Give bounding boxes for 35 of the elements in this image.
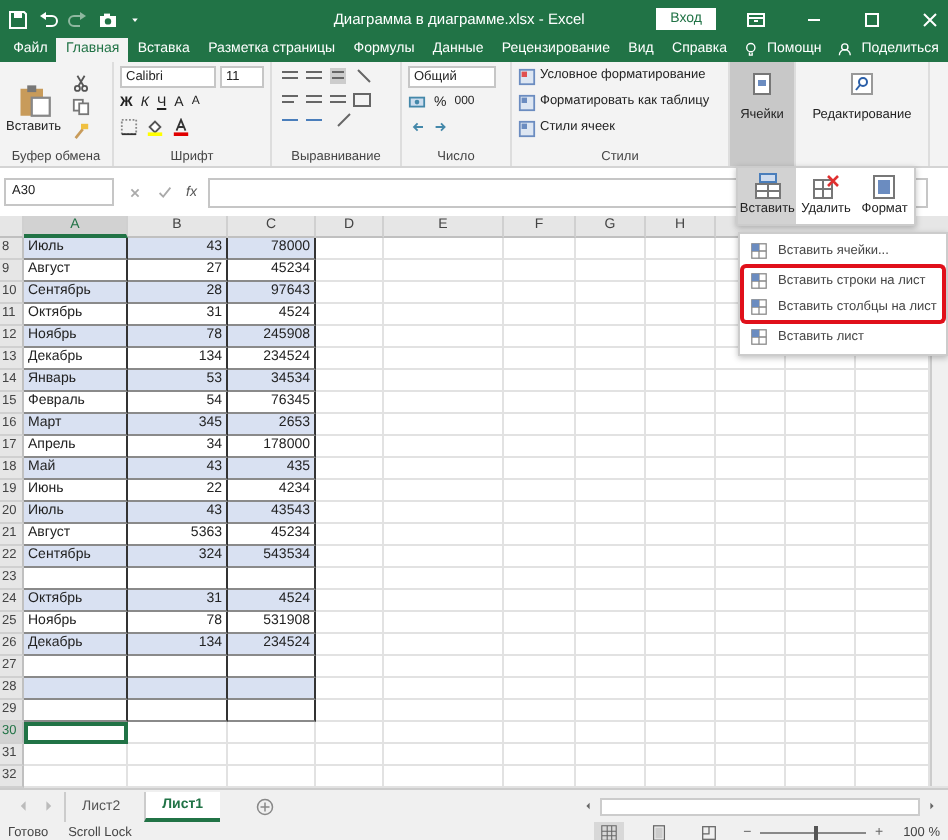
format-icon bbox=[870, 172, 899, 200]
cancel-icon[interactable] bbox=[126, 183, 144, 201]
check-icon[interactable] bbox=[156, 183, 174, 201]
redo-icon[interactable] bbox=[68, 9, 88, 29]
person-icon[interactable] bbox=[838, 40, 853, 58]
table-icon bbox=[750, 272, 768, 290]
table-icon bbox=[750, 242, 768, 260]
search-icon bbox=[850, 72, 874, 96]
undo-icon[interactable] bbox=[38, 9, 58, 29]
save-icon[interactable] bbox=[8, 9, 28, 29]
font-color-icon[interactable] bbox=[172, 118, 190, 136]
add-sheet-icon[interactable] bbox=[255, 797, 274, 815]
scissors-icon[interactable] bbox=[71, 74, 90, 92]
horizontal-scrollbar[interactable] bbox=[600, 797, 920, 815]
cells-icon bbox=[750, 72, 774, 96]
insert-table-icon bbox=[753, 172, 782, 200]
normal-view-icon[interactable] bbox=[593, 822, 624, 840]
currency-icon[interactable] bbox=[408, 94, 426, 112]
ribbon-display-icon[interactable] bbox=[746, 9, 766, 29]
maximize-icon[interactable] bbox=[862, 9, 882, 29]
fill-color-icon[interactable] bbox=[146, 118, 164, 136]
close-icon[interactable] bbox=[920, 9, 940, 29]
borders-icon[interactable] bbox=[120, 118, 138, 136]
table-style-icon bbox=[518, 119, 536, 137]
camera-icon[interactable] bbox=[98, 9, 118, 29]
copy-icon[interactable] bbox=[71, 98, 90, 116]
brush-icon[interactable] bbox=[71, 122, 90, 140]
selected-cell[interactable] bbox=[24, 722, 128, 744]
lightbulb-icon[interactable] bbox=[744, 40, 758, 58]
table-icon bbox=[750, 328, 768, 346]
table-icon bbox=[750, 298, 768, 316]
delete-table-icon bbox=[811, 172, 840, 200]
clipboard-icon bbox=[15, 80, 52, 120]
table-style-icon bbox=[518, 93, 536, 111]
table-style-icon bbox=[518, 67, 536, 85]
